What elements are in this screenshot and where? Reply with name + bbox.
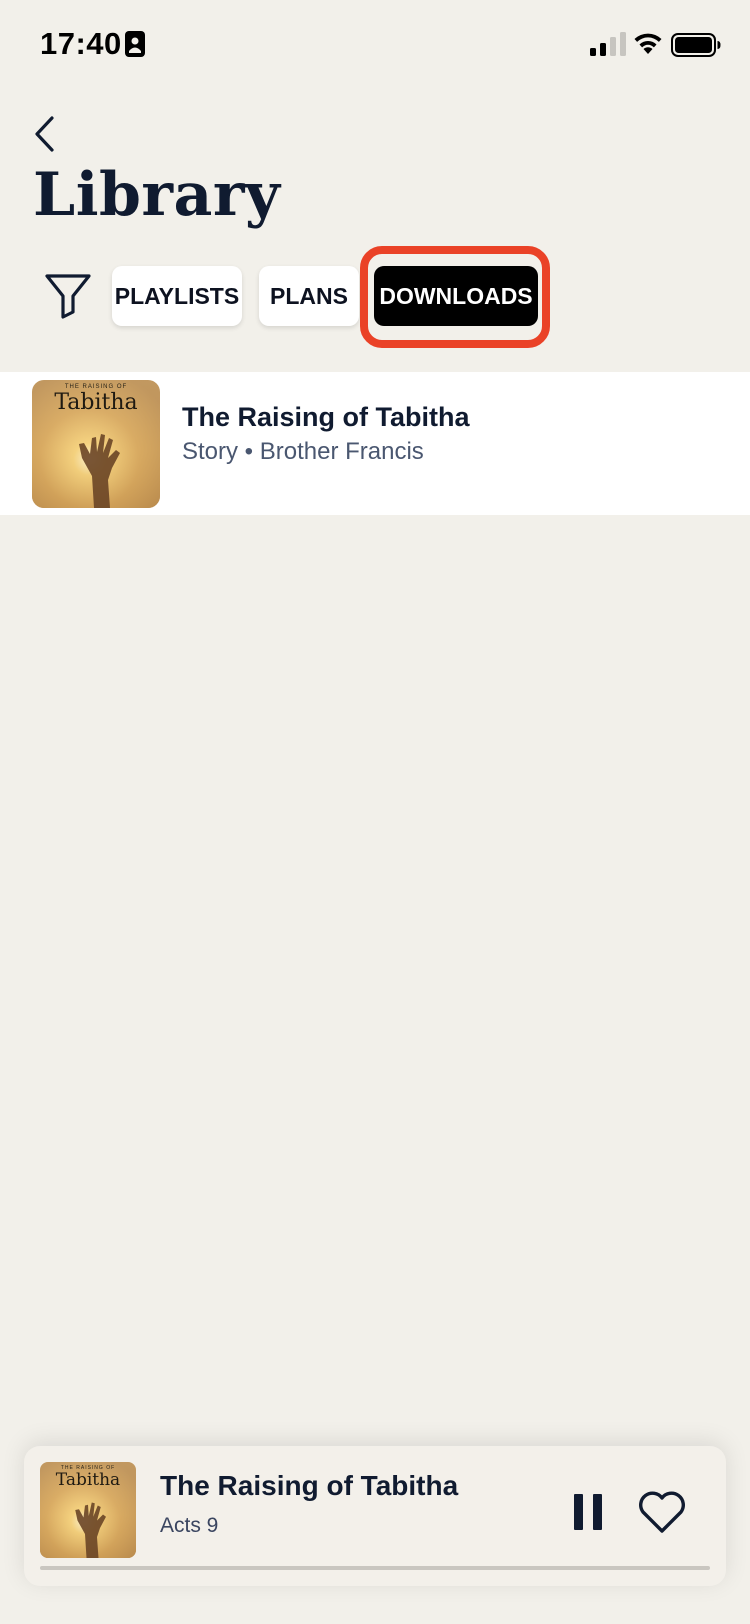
chip-plans[interactable]: PLANS	[259, 266, 359, 326]
contact-card-icon	[125, 31, 145, 57]
item-subtitle: Story • Brother Francis	[182, 438, 424, 465]
item-artwork: THE RAISING OF Tabitha	[32, 380, 160, 508]
funnel-icon[interactable]	[44, 272, 92, 320]
item-title: The Raising of Tabitha	[182, 402, 470, 432]
pause-icon[interactable]	[568, 1490, 608, 1534]
page-title: Library	[33, 160, 281, 230]
library-screen: 17:40 Library PLAYLISTS PLANS DOWNLOADS …	[0, 0, 750, 1624]
status-bar: 17:40	[0, 0, 750, 90]
heart-outline-icon[interactable]	[636, 1488, 688, 1536]
artwork-title: Tabitha	[54, 390, 138, 415]
mini-artwork-title: Tabitha	[55, 1470, 121, 1490]
chip-downloads[interactable]: DOWNLOADS	[374, 266, 538, 326]
mini-player-subtitle: Acts 9	[160, 1514, 219, 1537]
chevron-left-icon[interactable]	[30, 112, 66, 156]
chip-playlists[interactable]: PLAYLISTS	[112, 266, 242, 326]
progress-bar[interactable]	[40, 1566, 710, 1570]
wifi-icon	[634, 33, 662, 54]
downloads-list: THE RAISING OF Tabitha The Raising of Ta…	[0, 372, 750, 515]
list-item[interactable]: THE RAISING OF Tabitha The Raising of Ta…	[0, 372, 750, 515]
battery-icon	[671, 33, 721, 57]
status-time: 17:40	[40, 26, 122, 61]
cellular-signal-icon	[590, 32, 626, 56]
mini-player-artwork: THE RAISING OF Tabitha	[40, 1462, 136, 1558]
mini-player-title: The Raising of Tabitha	[160, 1470, 459, 1501]
mini-player[interactable]: THE RAISING OF Tabitha The Raising of Ta…	[24, 1446, 726, 1586]
